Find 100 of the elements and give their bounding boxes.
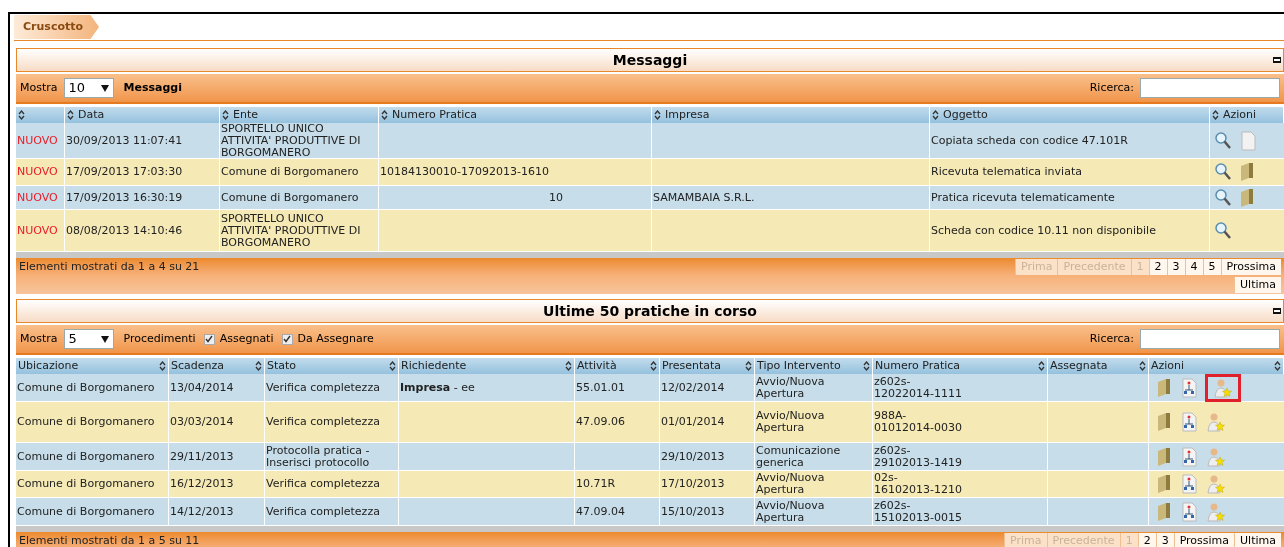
book-icon[interactable] (1240, 187, 1254, 208)
table-cell: z602s- 12022014-1111 (874, 375, 962, 400)
table-label: Messaggi (123, 79, 182, 96)
page-size-select[interactable]: 10 (63, 78, 114, 98)
summary-text: Elementi mostrati da 1 a 4 su 21 (19, 259, 200, 275)
search-label: Ricerca: (1089, 330, 1134, 347)
filter-label: Procedimenti (123, 330, 196, 347)
table-cell: 988A- 01012014-0030 (874, 410, 962, 434)
table-cell: 15/10/2013 (661, 505, 725, 518)
table-cell: 29/10/2013 (661, 450, 725, 463)
person-star-icon[interactable] (1207, 474, 1225, 494)
table-cell-text: Protocolla pratica - Inserisci protocollo (266, 444, 371, 469)
table-cell-text: Avvio/Nuova Apertura (756, 472, 826, 496)
table-cell: 10184130010-17092013-1610 (380, 166, 549, 178)
panel-title: Ultime 50 pratiche in corso (543, 301, 757, 321)
checkbox[interactable] (203, 333, 215, 345)
sort-icon[interactable] (565, 361, 572, 371)
table-cell: Comune di Borgomanero (17, 416, 155, 428)
pagination-button[interactable]: Prossima (1173, 533, 1235, 547)
book-icon[interactable] (1157, 501, 1171, 522)
sort-icon[interactable] (389, 361, 396, 371)
search-field[interactable] (1140, 329, 1280, 349)
table-cell: 12/02/2014 (661, 381, 725, 394)
person-star-icon[interactable] (1214, 377, 1232, 398)
table-cell: Ricevuta telematica inviata (931, 166, 1082, 178)
pagination-button[interactable]: Prossima (1220, 259, 1281, 275)
table-cell: Verifica completezza (266, 505, 380, 518)
flowchart-icon[interactable] (1181, 412, 1197, 432)
sort-icon[interactable] (255, 361, 262, 371)
sort-icon[interactable] (650, 361, 657, 371)
status-label: NUOVO (17, 224, 58, 237)
table-cell: Verifica completezza (266, 381, 380, 394)
table-cell: 02s- 16102013-1210 (874, 472, 962, 496)
breadcrumb-tab[interactable]: Cruscotto (14, 15, 100, 39)
person-star-icon[interactable] (1207, 412, 1225, 432)
sort-icon[interactable] (863, 361, 870, 371)
caret-icon (100, 335, 109, 343)
pagination-button[interactable]: Ultima (1234, 533, 1281, 547)
search-field[interactable] (1140, 78, 1280, 98)
table-cell: SAMAMBAIA S.R.L. (653, 191, 755, 204)
table-cell-text: Comunicazione generica (756, 444, 842, 469)
search-label: Ricerca: (1089, 79, 1134, 96)
table-cell: Comune di Borgomanero (17, 478, 155, 490)
book-icon[interactable] (1157, 377, 1171, 398)
book-icon[interactable] (1157, 412, 1171, 432)
table-cell-text: Avvio/Nuova Apertura (756, 375, 826, 400)
sort-icon[interactable] (222, 110, 229, 120)
book-icon[interactable] (1240, 162, 1254, 182)
sort-icon[interactable] (745, 361, 752, 371)
table-cell: Scheda con codice 10.11 non disponibile (931, 224, 1156, 237)
table-cell: 01/01/2014 (661, 416, 725, 428)
sort-icon[interactable] (18, 110, 25, 120)
table-cell: Impresa - ee (400, 381, 475, 394)
status-label: NUOVO (17, 134, 58, 147)
checkbox-label: Assegnati (219, 330, 274, 347)
sort-icon[interactable] (1038, 361, 1045, 371)
table-cell: Comune di Borgomanero (221, 191, 359, 204)
table-cell: Comune di Borgomanero (17, 450, 155, 463)
person-star-icon[interactable] (1207, 446, 1225, 467)
table-cell: 14/12/2013 (170, 505, 234, 518)
sort-icon[interactable] (159, 361, 166, 371)
sort-icon[interactable] (932, 110, 939, 120)
pagination-button[interactable]: Ultima (1234, 277, 1281, 293)
magnifier-icon[interactable] (1214, 187, 1232, 208)
table-cell-text: SPORTELLO UNICO ATTIVITA' PRODUTTIVE DI BORGOMANERO (221, 212, 362, 249)
magnifier-icon[interactable] (1214, 220, 1232, 241)
sort-icon[interactable] (654, 110, 661, 120)
sort-icon[interactable] (1212, 110, 1219, 120)
table-cell: Comune di Borgomanero (17, 505, 155, 518)
table-cell: Copiata scheda con codice 47.101R (931, 134, 1128, 147)
table-cell: 30/09/2013 11:07:41 (66, 134, 183, 147)
collapse-icon[interactable] (1273, 308, 1281, 314)
flowchart-icon[interactable] (1181, 501, 1197, 522)
check-icon (283, 335, 291, 343)
flowchart-icon[interactable] (1181, 377, 1197, 398)
table-cell: 17/10/2013 (661, 478, 725, 490)
sort-icon[interactable] (67, 110, 74, 120)
table-cell: 17/09/2013 16:30:19 (66, 191, 183, 204)
magnifier-icon[interactable] (1214, 130, 1232, 151)
caret-icon (100, 84, 109, 92)
sort-icon[interactable] (381, 110, 388, 120)
table-cell: z602s- 29102013-1419 (874, 444, 962, 469)
sort-icon[interactable] (1139, 361, 1146, 371)
checkbox[interactable] (281, 333, 293, 345)
table-cell-text: SPORTELLO UNICO ATTIVITA' PRODUTTIVE DI BORGOMANERO (221, 122, 362, 159)
page-size-select[interactable]: 5 (63, 329, 114, 349)
sort-icon[interactable] (1274, 361, 1281, 371)
panel-title: Messaggi (612, 50, 688, 70)
flowchart-icon[interactable] (1181, 446, 1197, 467)
magnifier-icon[interactable] (1214, 162, 1232, 182)
table-cell: 47.09.04 (576, 505, 625, 518)
table-cell: Verifica completezza (266, 416, 380, 428)
collapse-icon[interactable] (1273, 57, 1281, 63)
book-icon[interactable] (1157, 446, 1171, 467)
table-cell-text: Avvio/Nuova Apertura (756, 499, 826, 524)
flowchart-icon[interactable] (1181, 474, 1197, 494)
person-star-icon[interactable] (1207, 501, 1225, 522)
table-cell: Comune di Borgomanero (17, 381, 155, 394)
book-icon[interactable] (1157, 474, 1171, 494)
table-cell: z602s- 15102013-0015 (874, 499, 962, 524)
